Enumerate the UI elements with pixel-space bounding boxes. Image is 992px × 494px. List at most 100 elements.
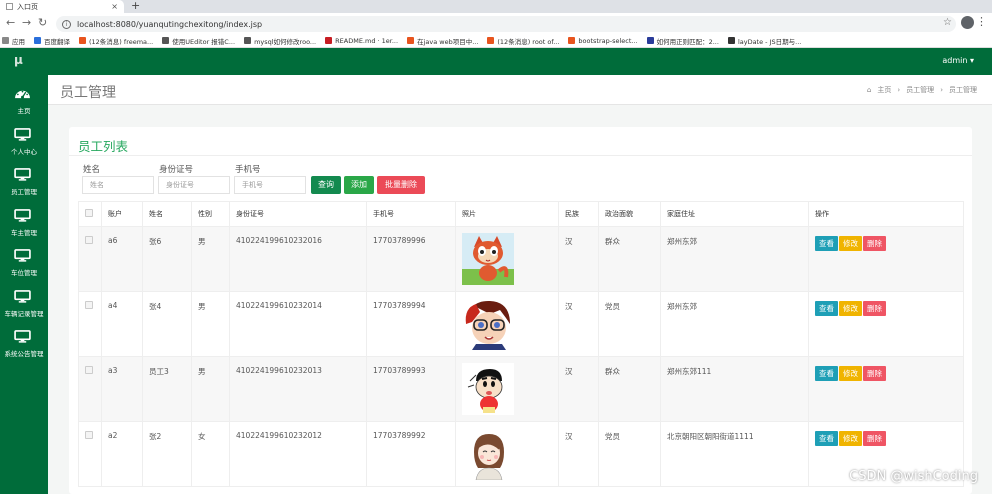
close-tab-icon[interactable]: × [111, 2, 118, 11]
political-cell: 党员 [598, 421, 661, 487]
column-header[interactable]: 性别 [191, 201, 230, 227]
browser-tab-strip: 入口页 × + [0, 0, 992, 13]
monitor-icon [14, 289, 31, 303]
url-field[interactable]: i localhost:8080/yuanqutingchexitong/ind… [56, 16, 956, 32]
column-header[interactable]: 家庭住址 [660, 201, 809, 227]
column-header: 操作 [808, 201, 964, 227]
actions-cell: 查看 修改 删除 [808, 226, 964, 292]
browser-tab[interactable]: 入口页 × [0, 0, 124, 13]
user-menu-dropdown[interactable]: admin ▾ [942, 56, 974, 65]
bookmark-favicon-icon [325, 37, 333, 44]
delete-button[interactable]: 删除 [863, 366, 886, 381]
row-checkbox[interactable] [85, 236, 93, 244]
table-header-row: 账户 姓名 性别 身份证号 手机号 照片 民族 政治面貌 家庭住址 操作 [78, 201, 964, 227]
sidebar-item[interactable]: 车位管理 [0, 243, 48, 283]
name-cell: 张2 [142, 421, 192, 487]
phone-filter-input[interactable]: 手机号 [234, 176, 306, 194]
sidebar-item-label: 个人中心 [11, 147, 37, 156]
apps-shortcut[interactable]: 应用 [2, 36, 25, 46]
back-arrow-icon[interactable]: ← [6, 16, 15, 29]
bookmark-item[interactable]: mysql如何修改roo... [244, 36, 316, 46]
sidebar-item[interactable]: 车主管理 [0, 203, 48, 243]
edit-button[interactable]: 修改 [839, 366, 862, 381]
row-select-cell [78, 291, 102, 357]
name-filter-input[interactable]: 姓名 [82, 176, 154, 194]
column-header[interactable]: 账户 [101, 201, 143, 227]
delete-button[interactable]: 删除 [863, 236, 886, 251]
table-row: a2 张2 女 410224199610232012 17703789992 汉党员 北京朝… [78, 421, 964, 487]
view-button[interactable]: 查看 [815, 431, 838, 446]
bookmark-item[interactable]: layDate - JS日期与... [727, 36, 801, 46]
phone-filter-label: 手机号 [235, 165, 261, 175]
row-select-cell [78, 226, 102, 292]
column-header[interactable]: 姓名 [142, 201, 192, 227]
phone-cell: 17703789996 [366, 226, 456, 292]
forward-arrow-icon[interactable]: → [22, 16, 31, 29]
new-tab-icon[interactable]: + [131, 0, 140, 12]
row-checkbox[interactable] [85, 366, 93, 374]
bookmark-item[interactable]: 如何用正则匹配：2... [646, 36, 719, 46]
edit-button[interactable]: 修改 [839, 431, 862, 446]
select-all-checkbox[interactable] [85, 209, 93, 217]
page-title: 员工管理 [60, 85, 116, 101]
column-header[interactable]: 民族 [558, 201, 599, 227]
idcard-cell: 410224199610232012 [229, 421, 367, 487]
crayon-kid-photo [462, 363, 514, 415]
account-cell: a2 [101, 421, 143, 487]
view-button[interactable]: 查看 [815, 236, 838, 251]
bookmark-label: 如何用正则匹配：2... [656, 37, 719, 46]
edit-button[interactable]: 修改 [839, 301, 862, 316]
monitor-icon [14, 208, 31, 222]
idcard-cell: 410224199610232013 [229, 356, 367, 422]
photo-cell [455, 421, 559, 487]
app-logo: μ [14, 53, 23, 67]
bookmark-item[interactable]: (12条消息) freema... [79, 36, 153, 46]
breadcrumb-item-current: 员工管理 [949, 86, 977, 94]
browser-menu-icon[interactable]: ⋮ [976, 15, 987, 28]
address-cell: 北京朝阳区朝阳街道1111 [660, 421, 809, 487]
breadcrumb-separator: › [940, 86, 943, 94]
column-header[interactable]: 手机号 [366, 201, 456, 227]
sidebar-item-label: 车辆记录管理 [4, 309, 44, 318]
site-info-icon[interactable]: i [62, 19, 71, 29]
monitor-icon [14, 249, 31, 262]
phone-cell: 17703789992 [366, 421, 456, 487]
delete-button[interactable]: 删除 [863, 301, 886, 316]
breadcrumb-item-section[interactable]: 员工管理 [906, 86, 934, 94]
batch-delete-button[interactable]: 批量删除 [377, 176, 425, 194]
add-button[interactable]: 添加 [344, 176, 374, 194]
bookmark-item[interactable]: 在java web项目中... [407, 36, 478, 46]
bookmark-item[interactable]: 使用UEditor 报错C... [162, 36, 235, 46]
bookmark-star-icon[interactable]: ☆ [943, 17, 952, 28]
phone-cell: 17703789993 [366, 356, 456, 422]
actions-cell: 查看 修改 删除 [808, 291, 964, 357]
query-button[interactable]: 查询 [311, 176, 341, 194]
view-button[interactable]: 查看 [815, 366, 838, 381]
edit-button[interactable]: 修改 [839, 236, 862, 251]
bookmark-item[interactable]: (12条消息) root of... [487, 36, 559, 46]
delete-button[interactable]: 删除 [863, 431, 886, 446]
sidebar-item[interactable]: 员工管理 [0, 162, 48, 202]
row-checkbox[interactable] [85, 431, 93, 439]
column-header[interactable]: 身份证号 [229, 201, 367, 227]
bookmark-item[interactable]: 百度翻译 [34, 36, 70, 46]
sidebar-item[interactable]: 主页 [0, 81, 48, 121]
view-button[interactable]: 查看 [815, 301, 838, 316]
bookmark-item[interactable]: bootstrap-select... [568, 37, 638, 45]
column-header[interactable]: 政治面貌 [598, 201, 661, 227]
idcard-filter-input[interactable]: 身份证号 [158, 176, 230, 194]
sidebar-item[interactable]: 系统公告管理 [0, 324, 48, 364]
row-checkbox[interactable] [85, 301, 93, 309]
sidebar-item[interactable]: 车辆记录管理 [0, 284, 48, 324]
photo-cell [455, 226, 559, 292]
bookmark-item[interactable]: README.md · 1er... [325, 37, 398, 45]
reload-icon[interactable]: ↻ [38, 16, 47, 29]
breadcrumb-item-home[interactable]: 主页 [877, 86, 891, 94]
idcard-cell: 410224199610232014 [229, 291, 367, 357]
sidebar-item[interactable]: 个人中心 [0, 122, 48, 162]
monitor-icon [14, 168, 31, 181]
name-cell: 张4 [142, 291, 192, 357]
profile-avatar-icon[interactable] [961, 16, 974, 29]
account-cell: a3 [101, 356, 143, 422]
bookmark-favicon-icon [727, 37, 735, 44]
